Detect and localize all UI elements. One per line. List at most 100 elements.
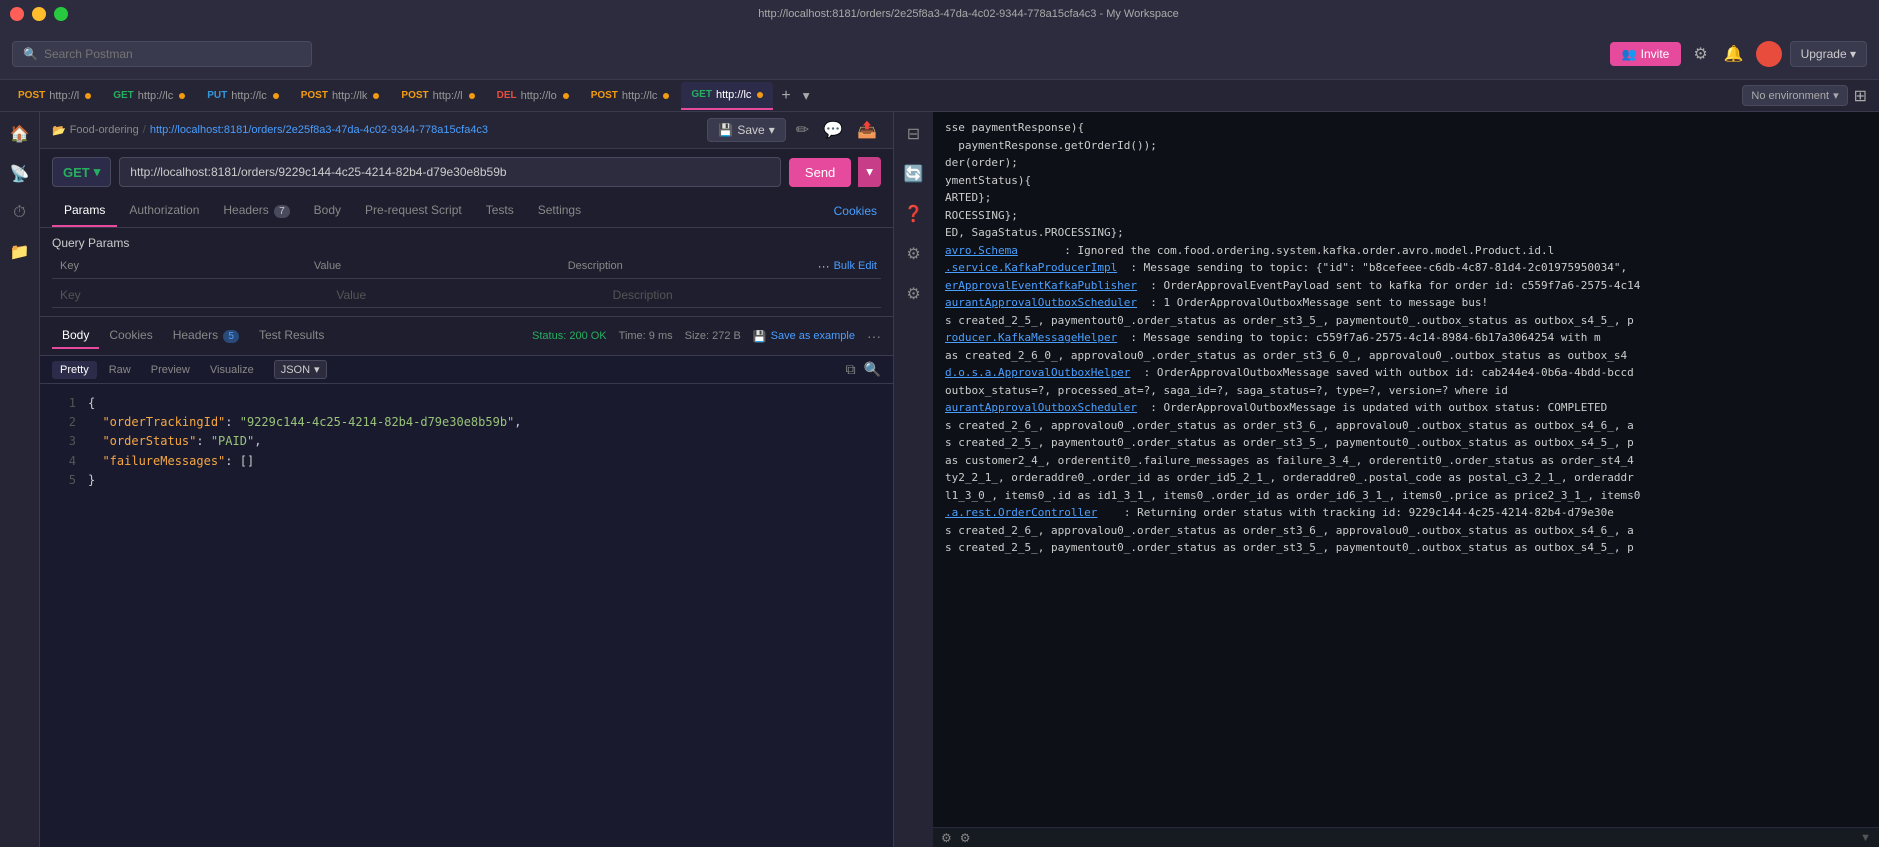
search-response-button[interactable]: 🔍 xyxy=(864,361,881,378)
save-icon: 💾 xyxy=(718,123,733,137)
format-tab-raw[interactable]: Raw xyxy=(101,361,139,379)
sync-icon[interactable]: 🔄 xyxy=(900,160,928,188)
tabs-dropdown-button[interactable]: ▾ xyxy=(799,86,814,106)
terminal-line: aurantApprovalOutboxScheduler : 1 OrderA… xyxy=(945,295,1867,312)
environment-selector[interactable]: No environment ▾ xyxy=(1742,85,1847,106)
save-button[interactable]: 💾 Save ▾ xyxy=(707,118,785,142)
tab-url: http://lk xyxy=(332,90,367,102)
params-header: Key Value Description ··· Bulk Edit xyxy=(52,258,881,279)
close-button[interactable] xyxy=(10,7,24,21)
terminal-line: sse paymentResponse){ xyxy=(945,120,1867,137)
collection-icon[interactable]: 📁 xyxy=(6,238,34,266)
key-input[interactable] xyxy=(52,283,328,308)
url-input[interactable] xyxy=(119,157,781,187)
copy-button[interactable]: ⧉ xyxy=(846,361,856,378)
bulk-edit-button[interactable]: Bulk Edit xyxy=(834,260,877,272)
tab-tests[interactable]: Tests xyxy=(474,195,526,227)
console-icon[interactable]: ⊟ xyxy=(903,120,924,148)
terminal-link[interactable]: d.o.s.a.ApprovalOutboxHelper xyxy=(945,366,1130,379)
save-as-example-button[interactable]: 💾 Save as example xyxy=(753,330,855,343)
terminal-settings-button[interactable]: ⚙ xyxy=(941,831,952,845)
tab-put-1[interactable]: PUT http://lc xyxy=(197,82,288,110)
tab-url: http://lo xyxy=(521,90,557,102)
history-icon[interactable]: ⏱ xyxy=(9,200,29,226)
avatar[interactable] xyxy=(1756,41,1782,67)
tab-body[interactable]: Body xyxy=(302,195,353,227)
tab-method: POST xyxy=(591,90,618,101)
tab-pre-request-script[interactable]: Pre-request Script xyxy=(353,195,474,227)
more-options-button[interactable]: ··· xyxy=(867,328,881,344)
window-controls[interactable] xyxy=(10,7,68,21)
response-tab-cookies[interactable]: Cookies xyxy=(99,323,162,349)
collection-icon-small: 📂 xyxy=(52,124,66,137)
format-tab-visualize[interactable]: Visualize xyxy=(202,361,262,379)
params-empty-row xyxy=(52,283,881,308)
tab-post-4[interactable]: POST http://lc xyxy=(581,82,680,110)
search-box[interactable]: 🔍 xyxy=(12,41,312,67)
upgrade-button[interactable]: Upgrade ▾ xyxy=(1790,41,1867,67)
tab-post-1[interactable]: POST http://l xyxy=(8,82,101,110)
settings2-icon[interactable]: ⚙ xyxy=(902,280,924,308)
new-tab-button[interactable]: + xyxy=(775,87,796,105)
send-dropdown-button[interactable]: ▾ xyxy=(858,157,881,187)
minimize-button[interactable] xyxy=(32,7,46,21)
format-type-selector[interactable]: JSON ▾ xyxy=(274,360,327,379)
terminal-link[interactable]: aurantApprovalOutboxScheduler xyxy=(945,401,1137,414)
tab-method: GET xyxy=(113,90,134,101)
cookies-button[interactable]: Cookies xyxy=(830,200,881,222)
terminal-link[interactable]: .a.rest.OrderController xyxy=(945,506,1097,519)
params-header-actions: ··· Bulk Edit xyxy=(814,258,881,274)
format-tab-preview[interactable]: Preview xyxy=(143,361,198,379)
terminal-line: l1_3_0_, items0_.id as id1_3_1_, items0_… xyxy=(945,488,1867,505)
gear-icon[interactable]: ⚙ xyxy=(902,240,924,268)
response-tab-test-results[interactable]: Test Results xyxy=(249,323,334,349)
tab-headers[interactable]: Headers 7 xyxy=(211,195,301,227)
method-selector[interactable]: GET ▾ xyxy=(52,157,111,187)
home-icon[interactable]: 🏠 xyxy=(6,120,34,148)
tab-get-active[interactable]: GET http://lc xyxy=(681,82,773,110)
tab-dot xyxy=(563,93,569,99)
terminal-link[interactable]: roducer.KafkaMessageHelper xyxy=(945,331,1117,344)
terminal-link[interactable]: erApprovalEventKafkaPublisher xyxy=(945,279,1137,292)
value-input[interactable] xyxy=(328,283,604,308)
format-tab-pretty[interactable]: Pretty xyxy=(52,361,97,379)
method-label: GET xyxy=(63,165,90,180)
response-tab-body[interactable]: Body xyxy=(52,323,99,349)
tab-settings[interactable]: Settings xyxy=(526,195,593,227)
terminal-line: erApprovalEventKafkaPublisher : OrderApp… xyxy=(945,278,1867,295)
terminal-link[interactable]: .service.KafkaProducerImpl xyxy=(945,261,1117,274)
env-settings-button[interactable]: ⊞ xyxy=(1850,82,1871,110)
settings-button[interactable]: ⚙ xyxy=(1689,40,1711,68)
share-button[interactable]: 📤 xyxy=(853,118,881,142)
terminal-line: as created_2_6_0_, approvalou0_.order_st… xyxy=(945,348,1867,365)
tab-del-1[interactable]: DEL http://lo xyxy=(487,82,579,110)
titlebar: http://localhost:8181/orders/2e25f8a3-47… xyxy=(0,0,1879,28)
tab-authorization[interactable]: Authorization xyxy=(117,195,211,227)
search-input[interactable] xyxy=(44,47,301,61)
tab-params[interactable]: Params xyxy=(52,195,117,227)
invite-button[interactable]: 👥 Invite xyxy=(1610,42,1682,66)
send-button[interactable]: Send xyxy=(789,158,851,187)
edit-button[interactable]: ✏ xyxy=(792,118,813,142)
tab-post-3[interactable]: POST http://l xyxy=(391,82,484,110)
json-line-3: 3 "orderStatus": "PAID", xyxy=(56,432,877,451)
description-input[interactable] xyxy=(605,283,881,308)
terminal-footer: ⚙ ⚙ ▼ xyxy=(933,827,1879,847)
maximize-button[interactable] xyxy=(54,7,68,21)
api-icon[interactable]: 📡 xyxy=(6,160,34,188)
terminal-line: s created_2_6_, approvalou0_.order_statu… xyxy=(945,523,1867,540)
terminal-link[interactable]: avro.Schema xyxy=(945,244,1018,257)
breadcrumb-folder[interactable]: Food-ordering xyxy=(70,124,139,136)
tab-url: http://lc xyxy=(231,90,266,102)
tab-get-1[interactable]: GET http://lc xyxy=(103,82,195,110)
terminal-settings2-button[interactable]: ⚙ xyxy=(960,831,971,845)
key-column-header: Key xyxy=(52,258,306,274)
tab-post-2[interactable]: POST http://lk xyxy=(291,82,390,110)
response-tab-headers[interactable]: Headers 5 xyxy=(163,323,249,349)
notification-button[interactable]: 🔔 xyxy=(1720,40,1748,68)
terminal-link[interactable]: aurantApprovalOutboxScheduler xyxy=(945,296,1137,309)
help-icon[interactable]: ❓ xyxy=(900,200,928,228)
terminal-line: ARTED}; xyxy=(945,190,1867,207)
comment-button[interactable]: 💬 xyxy=(819,118,847,142)
terminal-line: der(order); xyxy=(945,155,1867,172)
